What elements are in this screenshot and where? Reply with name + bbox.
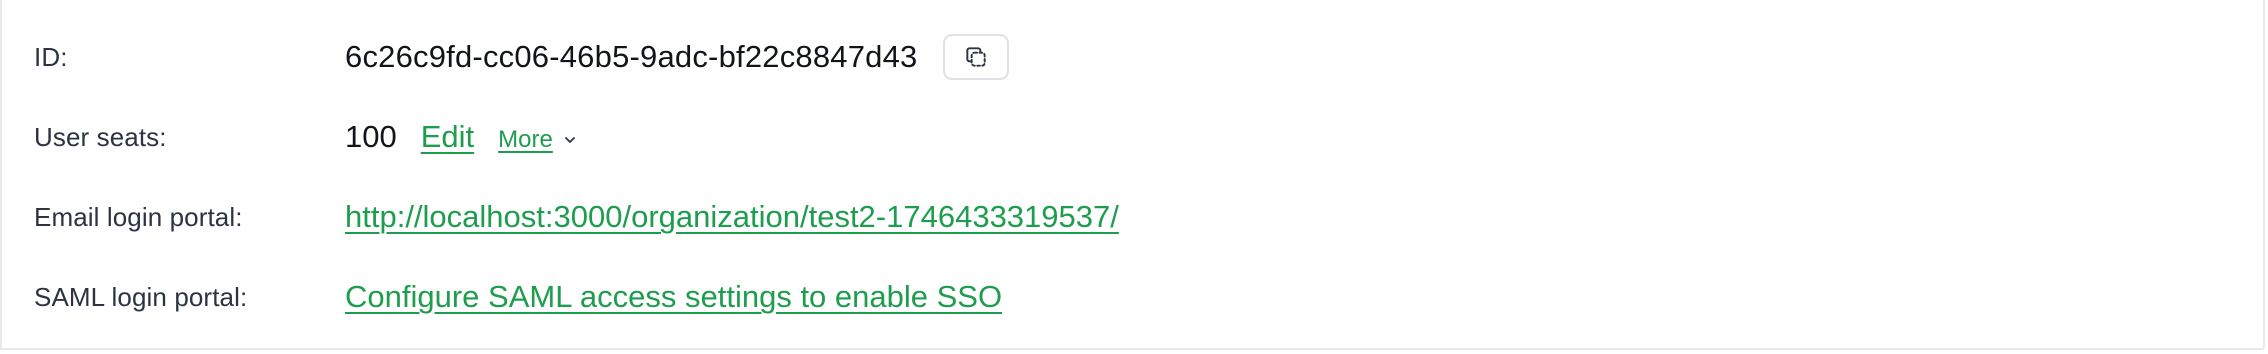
id-label: ID: (34, 41, 68, 72)
copy-icon (963, 44, 989, 70)
organization-details-panel: ID: 6c26c9fd-cc06-46b5-9adc-bf22c8847d43… (0, 0, 2265, 350)
configure-saml-link[interactable]: Configure SAML access settings to enable… (345, 279, 1002, 315)
saml-portal-row: SAML login portal: Configure SAML access… (2, 267, 2263, 327)
saml-portal-value-group: Configure SAML access settings to enable… (345, 279, 1002, 315)
seats-value: 100 (345, 119, 397, 154)
saml-portal-label: SAML login portal: (34, 281, 248, 312)
email-portal-link[interactable]: http://localhost:3000/organization/test2… (345, 199, 1119, 235)
more-label: More (498, 126, 553, 153)
id-value-group: 6c26c9fd-cc06-46b5-9adc-bf22c8847d43 (345, 34, 1009, 80)
edit-seats-link[interactable]: Edit (421, 119, 474, 155)
id-value: 6c26c9fd-cc06-46b5-9adc-bf22c8847d43 (345, 39, 918, 74)
email-portal-value-group: http://localhost:3000/organization/test2… (345, 199, 1119, 235)
copy-id-button[interactable] (942, 34, 1009, 80)
id-row: ID: 6c26c9fd-cc06-46b5-9adc-bf22c8847d43 (2, 27, 2263, 87)
more-dropdown-button[interactable]: More (498, 126, 577, 154)
seats-row: User seats: 100 Edit More (2, 107, 2263, 167)
chevron-down-icon (563, 133, 577, 147)
seats-value-group: 100 Edit More (345, 119, 577, 155)
seats-label: User seats: (34, 121, 167, 152)
email-portal-row: Email login portal: http://localhost:300… (2, 187, 2263, 247)
email-portal-label: Email login portal: (34, 201, 243, 232)
